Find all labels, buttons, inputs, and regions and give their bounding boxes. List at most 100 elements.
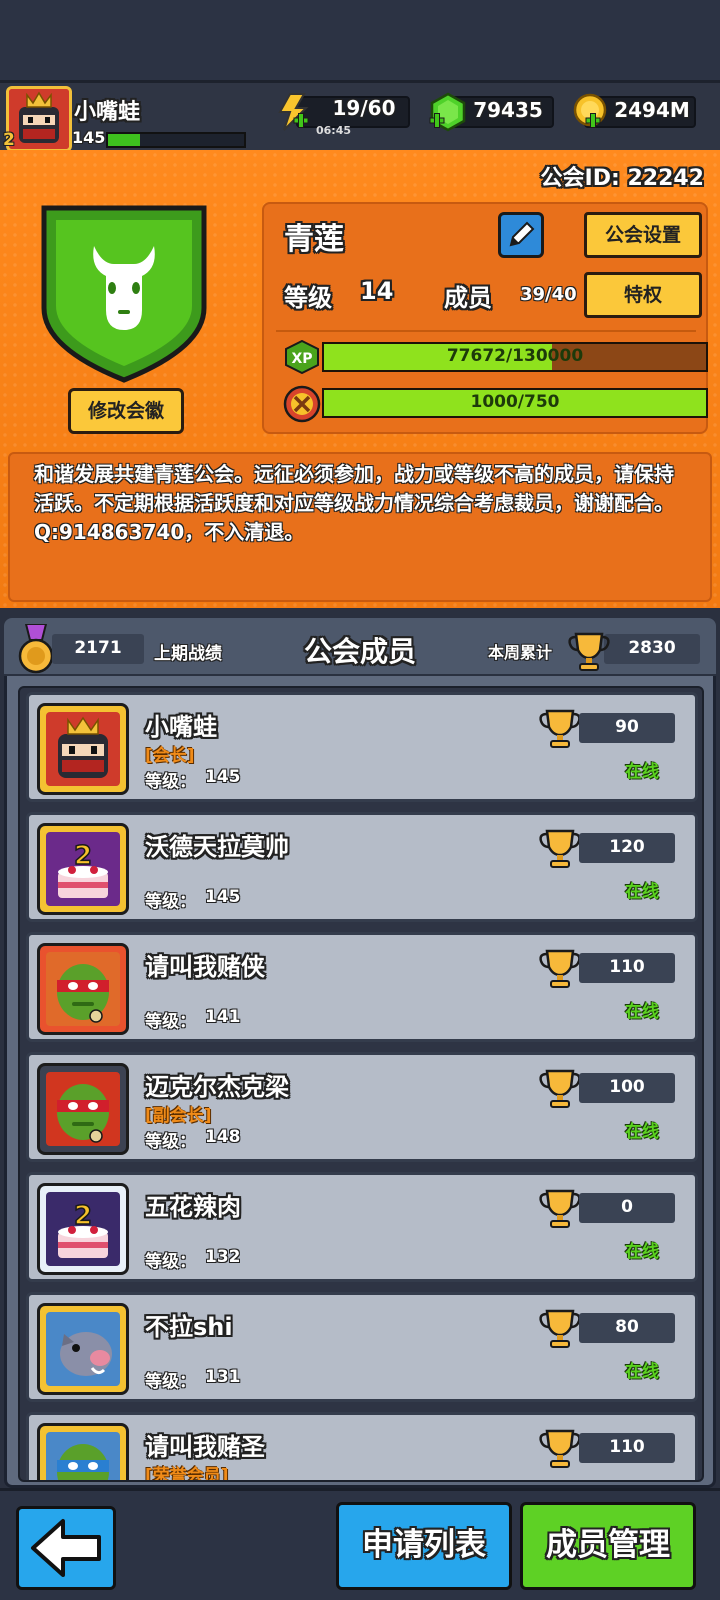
announcement-text: 和谐发展共建青莲公会。远征必须参加，战力或等级不高的成员，请保持活跃。不定期根据… bbox=[34, 462, 674, 544]
lightning-plus-icon[interactable] bbox=[276, 92, 310, 132]
member-list[interactable]: 小嘴蛙 [会长] 等级： 145 90 在线 2 沃德天拉莫帅 等级： 145 … bbox=[18, 686, 704, 1482]
turtle-avatar-icon bbox=[46, 1432, 120, 1480]
member-name: 迈克尔杰克梁 bbox=[145, 1073, 289, 1101]
member-status: 在线 bbox=[625, 1122, 659, 1142]
member-level-value: 145 bbox=[205, 887, 241, 907]
guild-id: 公会ID: 22242 bbox=[540, 166, 704, 191]
member-status: 在线 bbox=[625, 882, 659, 902]
gem-value: 79435 bbox=[473, 98, 543, 122]
members-title: 公会成员 bbox=[303, 635, 416, 668]
pencil-icon bbox=[509, 221, 535, 247]
guild-level-value: 14 bbox=[360, 277, 394, 305]
player-rank: 2 bbox=[3, 130, 15, 150]
back-arrow-icon bbox=[31, 1519, 101, 1577]
guild-members-value: 39/40 bbox=[520, 284, 577, 305]
member-level-label: 等级： bbox=[145, 1252, 196, 1272]
energy-timer: 06:45 bbox=[316, 124, 352, 137]
member-role: [荣誉会员] bbox=[145, 1466, 229, 1482]
contribution-medal-icon bbox=[283, 385, 321, 423]
turtle-avatar-icon bbox=[46, 952, 120, 1026]
last-score-value: 2171 bbox=[74, 638, 122, 658]
trophy-icon bbox=[539, 949, 581, 988]
trophy-icon bbox=[539, 829, 581, 868]
member-avatar bbox=[37, 703, 129, 795]
trophy-icon bbox=[539, 1069, 581, 1108]
member-level-label: 等级： bbox=[145, 772, 196, 792]
member-score: 90 bbox=[615, 717, 639, 737]
member-score: 100 bbox=[609, 1077, 645, 1097]
guild-members-label: 成员 bbox=[444, 284, 492, 312]
member-row[interactable]: 请叫我赌圣 [荣誉会员] 等级： 110 bbox=[26, 1412, 698, 1482]
edit-emblem-button[interactable]: 修改会徽 bbox=[68, 388, 184, 434]
xp-icon: XP bbox=[285, 340, 319, 374]
member-level-value: 141 bbox=[205, 1007, 241, 1027]
energy-value: 19/60 bbox=[332, 96, 396, 120]
trophy-icon bbox=[539, 1309, 581, 1348]
player-avatar[interactable] bbox=[6, 86, 72, 152]
player-name: 小嘴蛙 bbox=[74, 100, 141, 125]
guild-level-label: 等级 bbox=[284, 284, 332, 312]
member-row[interactable]: 2 沃德天拉莫帅 等级： 145 120 在线 bbox=[26, 812, 698, 922]
boar-avatar-icon bbox=[46, 1312, 120, 1386]
cake-avatar-icon: 2 bbox=[46, 832, 120, 906]
player-level: 145 bbox=[72, 128, 106, 147]
member-avatar bbox=[37, 1303, 129, 1395]
member-name: 小嘴蛙 bbox=[145, 713, 217, 741]
member-name: 请叫我赌圣 bbox=[145, 1433, 265, 1461]
member-role: [副会长] bbox=[145, 1106, 212, 1126]
member-name: 沃德天拉莫帅 bbox=[145, 833, 289, 861]
member-status: 在线 bbox=[625, 1362, 659, 1382]
trophy-icon bbox=[539, 1189, 581, 1228]
member-row[interactable]: 小嘴蛙 [会长] 等级： 145 90 在线 bbox=[26, 692, 698, 802]
contribution-text: 1000/750 bbox=[470, 392, 560, 412]
member-score: 110 bbox=[609, 957, 645, 977]
member-level-label: 等级： bbox=[145, 1372, 196, 1392]
guild-settings-button[interactable]: 公会设置 bbox=[584, 212, 702, 258]
week-total-label: 本周累计 bbox=[488, 643, 553, 662]
svg-text:2: 2 bbox=[74, 841, 92, 871]
back-button[interactable] bbox=[16, 1506, 116, 1590]
member-role: [会长] bbox=[145, 746, 195, 766]
last-score-label: 上期战绩 bbox=[154, 644, 222, 664]
ninja-avatar-icon bbox=[46, 712, 120, 786]
member-level-value: 148 bbox=[205, 1127, 241, 1147]
member-avatar bbox=[37, 943, 129, 1035]
member-name: 请叫我赌侠 bbox=[145, 953, 265, 981]
member-row[interactable]: 不拉shi 等级： 131 80 在线 bbox=[26, 1292, 698, 1402]
panel-divider bbox=[276, 330, 696, 332]
member-score: 120 bbox=[609, 837, 645, 857]
ninja-avatar-icon bbox=[9, 89, 69, 149]
coin-plus-icon[interactable] bbox=[570, 92, 610, 132]
member-status: 在线 bbox=[625, 1002, 659, 1022]
member-manage-button[interactable]: 成员管理 bbox=[520, 1502, 696, 1590]
privilege-button[interactable]: 特权 bbox=[584, 272, 702, 318]
trophy-icon bbox=[539, 1429, 581, 1468]
edit-name-button[interactable] bbox=[498, 212, 544, 258]
member-level-value: 145 bbox=[205, 767, 241, 787]
member-avatar bbox=[37, 1423, 129, 1480]
xp-icon-text: XP bbox=[291, 351, 312, 367]
member-level-label: 等级： bbox=[145, 1012, 196, 1032]
member-row[interactable]: 2 五花辣肉 等级： 132 0 在线 bbox=[26, 1172, 698, 1282]
guild-xp-text: 77672/130000 bbox=[446, 346, 584, 366]
week-score-value: 2830 bbox=[628, 638, 676, 658]
member-avatar: 2 bbox=[37, 1183, 129, 1275]
member-status: 在线 bbox=[625, 1242, 659, 1262]
coin-value: 2494M bbox=[614, 98, 690, 122]
member-score: 80 bbox=[615, 1317, 639, 1337]
status-bar bbox=[0, 0, 720, 80]
player-xp-fill bbox=[108, 134, 140, 146]
guild-emblem-icon bbox=[41, 205, 207, 383]
svg-text:2: 2 bbox=[74, 1201, 92, 1231]
member-level-value: 131 bbox=[205, 1367, 241, 1387]
member-row[interactable]: 迈克尔杰克梁 [副会长] 等级： 148 100 在线 bbox=[26, 1052, 698, 1162]
member-row[interactable]: 请叫我赌侠 等级： 141 110 在线 bbox=[26, 932, 698, 1042]
member-avatar: 2 bbox=[37, 823, 129, 915]
apply-list-button[interactable]: 申请列表 bbox=[336, 1502, 512, 1590]
member-status: 在线 bbox=[625, 762, 659, 782]
trophy-icon bbox=[539, 709, 581, 748]
member-level-label: 等级： bbox=[145, 1132, 196, 1152]
member-level-label: 等级： bbox=[145, 892, 196, 912]
member-name: 五花辣肉 bbox=[145, 1193, 241, 1221]
member-avatar bbox=[37, 1063, 129, 1155]
